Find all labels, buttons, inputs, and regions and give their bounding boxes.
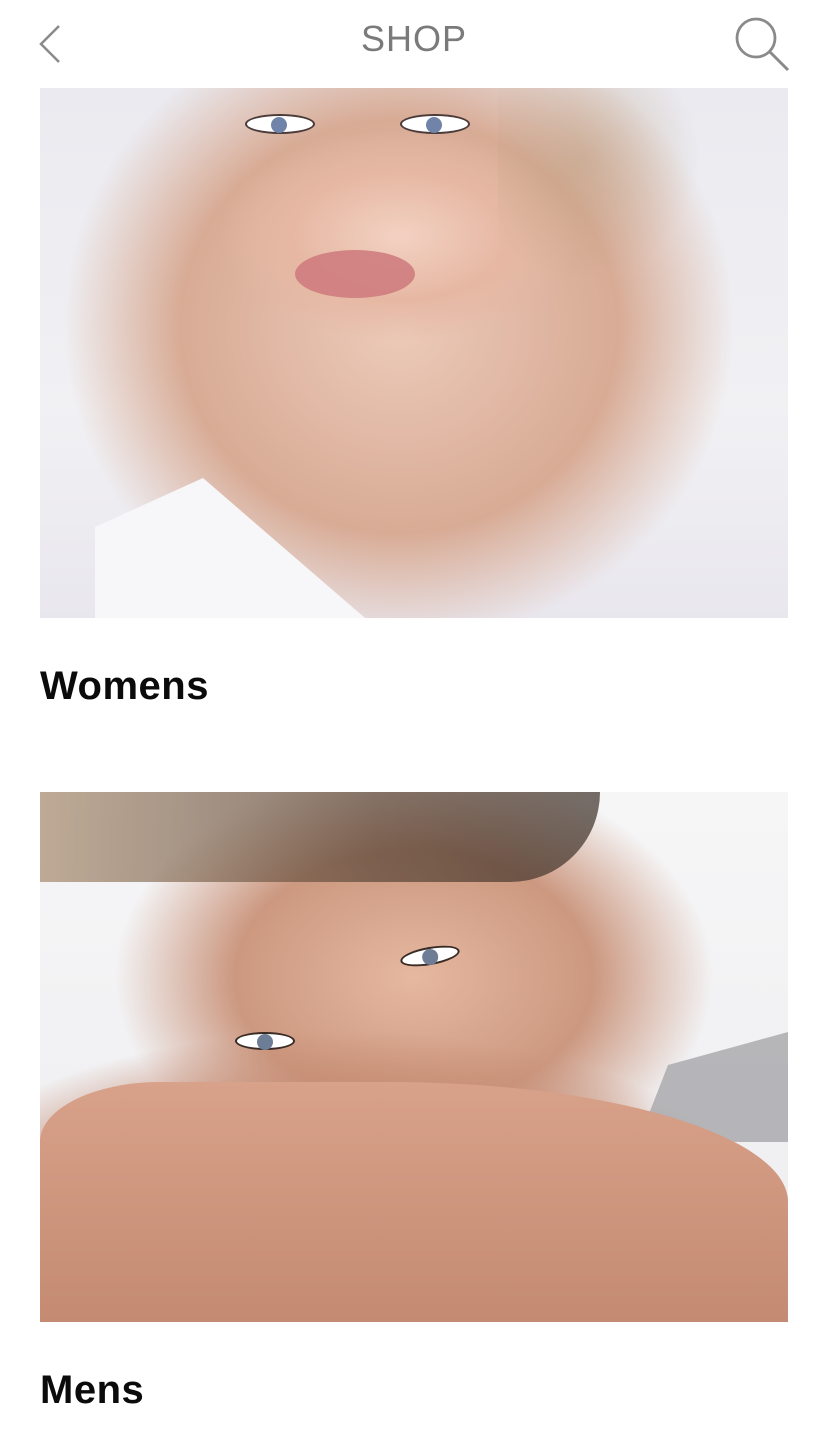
search-button[interactable] xyxy=(730,12,794,76)
left-eye xyxy=(245,114,315,134)
hair-highlight xyxy=(498,88,778,438)
search-icon xyxy=(735,17,790,72)
white-dress xyxy=(95,478,365,618)
mens-category-image[interactable] xyxy=(40,792,788,1322)
womens-category-image[interactable] xyxy=(40,88,788,618)
category-card-womens[interactable]: Womens xyxy=(40,88,788,709)
category-card-mens[interactable]: Mens xyxy=(40,792,788,1413)
category-label-womens[interactable]: Womens xyxy=(40,664,788,709)
page-title: SHOP xyxy=(360,18,468,59)
right-eye xyxy=(398,941,462,971)
category-label-mens[interactable]: Mens xyxy=(40,1368,788,1413)
arm xyxy=(40,1082,788,1322)
lips xyxy=(295,250,415,298)
hair xyxy=(40,792,600,882)
app-header: SHOP xyxy=(0,0,828,88)
right-eye xyxy=(400,114,470,134)
left-eye xyxy=(235,1032,295,1050)
